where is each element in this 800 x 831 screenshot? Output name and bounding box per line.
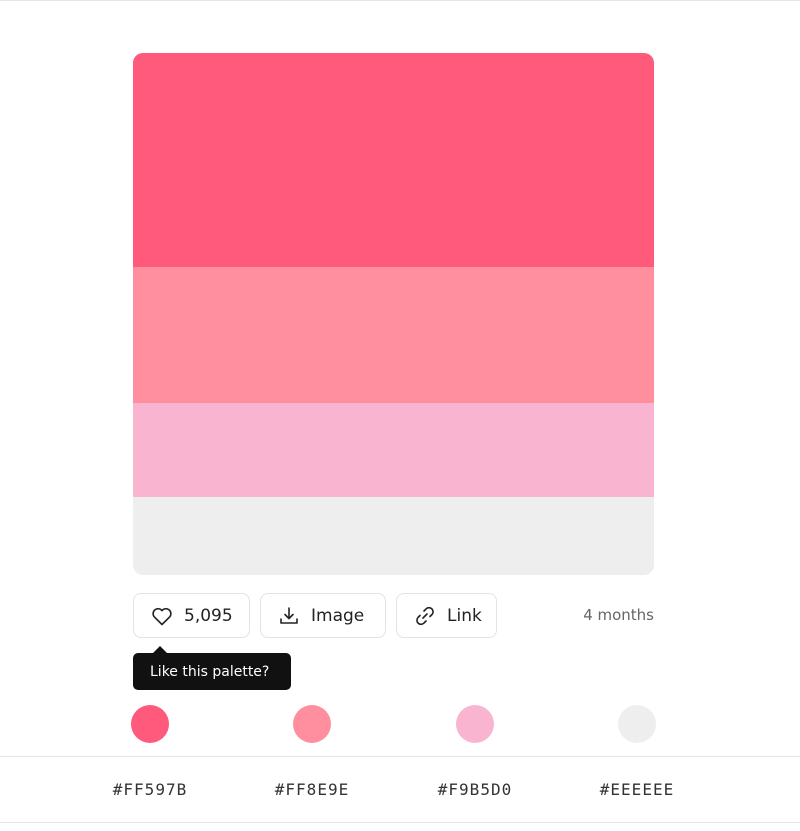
tooltip-text: Like this palette? [150, 663, 270, 680]
palette-swatch-3[interactable] [133, 403, 654, 497]
color-dot-3[interactable] [456, 705, 494, 743]
palette-actions: 5,095 Image Link 4 months [133, 593, 654, 640]
hex-divider [0, 756, 800, 757]
download-icon [277, 604, 301, 628]
color-dot-2[interactable] [293, 705, 331, 743]
copy-link-button[interactable]: Link [396, 593, 497, 638]
heart-icon [150, 604, 174, 628]
palette-age: 4 months [583, 606, 654, 624]
bottom-divider [0, 822, 800, 823]
palette-preview[interactable] [133, 53, 654, 575]
palette-swatch-1[interactable] [133, 53, 654, 267]
top-divider [0, 0, 800, 1]
like-button[interactable]: 5,095 [133, 593, 250, 638]
link-icon [413, 604, 437, 628]
color-dot-4[interactable] [618, 705, 656, 743]
hex-codes: #FF597B #FF8E9E #F9B5D0 #EEEEEE [0, 780, 800, 802]
hex-code-4[interactable]: #EEEEEE [600, 780, 674, 799]
color-dots [0, 705, 800, 743]
hex-code-3[interactable]: #F9B5D0 [438, 780, 512, 799]
download-image-button[interactable]: Image [260, 593, 386, 638]
hex-code-1[interactable]: #FF597B [113, 780, 187, 799]
hex-code-2[interactable]: #FF8E9E [275, 780, 349, 799]
image-label: Image [311, 605, 365, 626]
palette-swatch-2[interactable] [133, 267, 654, 403]
link-label: Link [447, 605, 482, 626]
like-count: 5,095 [184, 605, 233, 626]
color-dot-1[interactable] [131, 705, 169, 743]
like-tooltip: Like this palette? [133, 646, 291, 690]
palette-swatch-4[interactable] [133, 497, 654, 575]
